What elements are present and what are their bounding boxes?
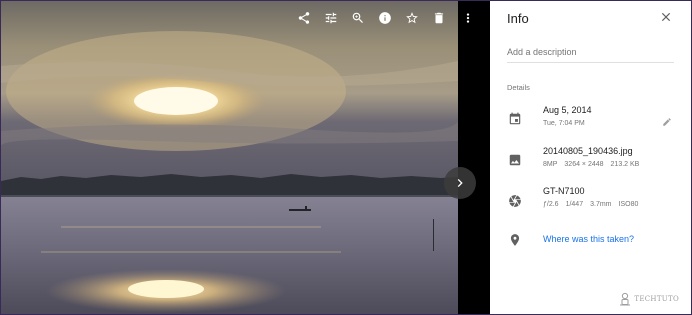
info-panel: Info Add a description Details Aug 5, 20… bbox=[490, 0, 692, 315]
delete-button[interactable] bbox=[425, 7, 452, 29]
panel-title: Info bbox=[507, 10, 529, 26]
file-size: 213.2 KB bbox=[610, 161, 640, 168]
image-icon bbox=[508, 153, 522, 167]
info-icon bbox=[378, 12, 391, 24]
camera-focal: 3.7mm bbox=[590, 201, 612, 208]
pencil-icon bbox=[663, 118, 671, 126]
info-button[interactable] bbox=[371, 7, 398, 29]
edit-adjust-button[interactable] bbox=[317, 7, 344, 29]
star-icon bbox=[405, 12, 418, 24]
details-label: Details bbox=[507, 83, 530, 92]
date-text: Aug 5, 2014 Tue, 7:04 PM bbox=[543, 105, 592, 127]
next-photo-button[interactable] bbox=[444, 167, 476, 199]
close-icon bbox=[661, 12, 671, 22]
edit-date-button[interactable] bbox=[662, 114, 672, 126]
camera-aperture: ƒ/2.6 bbox=[543, 201, 559, 208]
camera-iso: ISO80 bbox=[618, 201, 639, 208]
watermark-text: TECHTUTO bbox=[634, 295, 679, 303]
favorite-button[interactable] bbox=[398, 7, 425, 29]
file-text: 20140805_190436.jpg 8MP 3264 × 2448 213.2 … bbox=[543, 146, 646, 168]
close-button[interactable] bbox=[659, 10, 673, 24]
share-button[interactable] bbox=[290, 7, 317, 29]
location-pin-icon bbox=[508, 233, 522, 247]
camera-model: GT-N7100 bbox=[543, 186, 585, 196]
description-placeholder: Add a description bbox=[507, 47, 577, 57]
delete-icon bbox=[434, 12, 443, 24]
file-megapixels: 8MP bbox=[543, 161, 558, 168]
more-options-button[interactable] bbox=[458, 7, 478, 29]
date-primary: Aug 5, 2014 bbox=[543, 105, 592, 115]
chevron-right-icon bbox=[457, 179, 463, 187]
zoom-in-icon bbox=[352, 12, 363, 23]
date-secondary: Tue, 7:04 PM bbox=[543, 120, 585, 127]
more-vert-icon bbox=[466, 13, 470, 23]
sunset-photo bbox=[1, 1, 458, 314]
calendar-icon bbox=[508, 112, 522, 126]
tune-icon bbox=[325, 12, 336, 24]
camera-text: GT-N7100 ƒ/2.6 1/447 3.7mm ISO80 bbox=[543, 186, 645, 208]
file-dimensions: 3264 × 2448 bbox=[564, 161, 604, 168]
info-panel-header: Info bbox=[490, 1, 691, 35]
file-meta: 8MP 3264 × 2448 213.2 KB bbox=[543, 161, 646, 168]
file-name: 20140805_190436.jpg bbox=[543, 146, 633, 156]
watermark-logo-icon bbox=[620, 292, 631, 306]
add-location-link[interactable]: Where was this taken? bbox=[543, 234, 634, 244]
camera-meta: ƒ/2.6 1/447 3.7mm ISO80 bbox=[543, 201, 645, 208]
description-field[interactable]: Add a description bbox=[507, 45, 674, 63]
photo-viewer bbox=[0, 0, 490, 315]
camera-aperture-icon bbox=[508, 194, 522, 208]
watermark: TECHTUTO bbox=[619, 292, 679, 306]
camera-shutter: 1/447 bbox=[565, 201, 584, 208]
zoom-button[interactable] bbox=[344, 7, 371, 29]
location-text: Where was this taken? bbox=[543, 234, 634, 244]
share-icon bbox=[298, 12, 309, 24]
viewer-toolbar bbox=[290, 7, 452, 29]
